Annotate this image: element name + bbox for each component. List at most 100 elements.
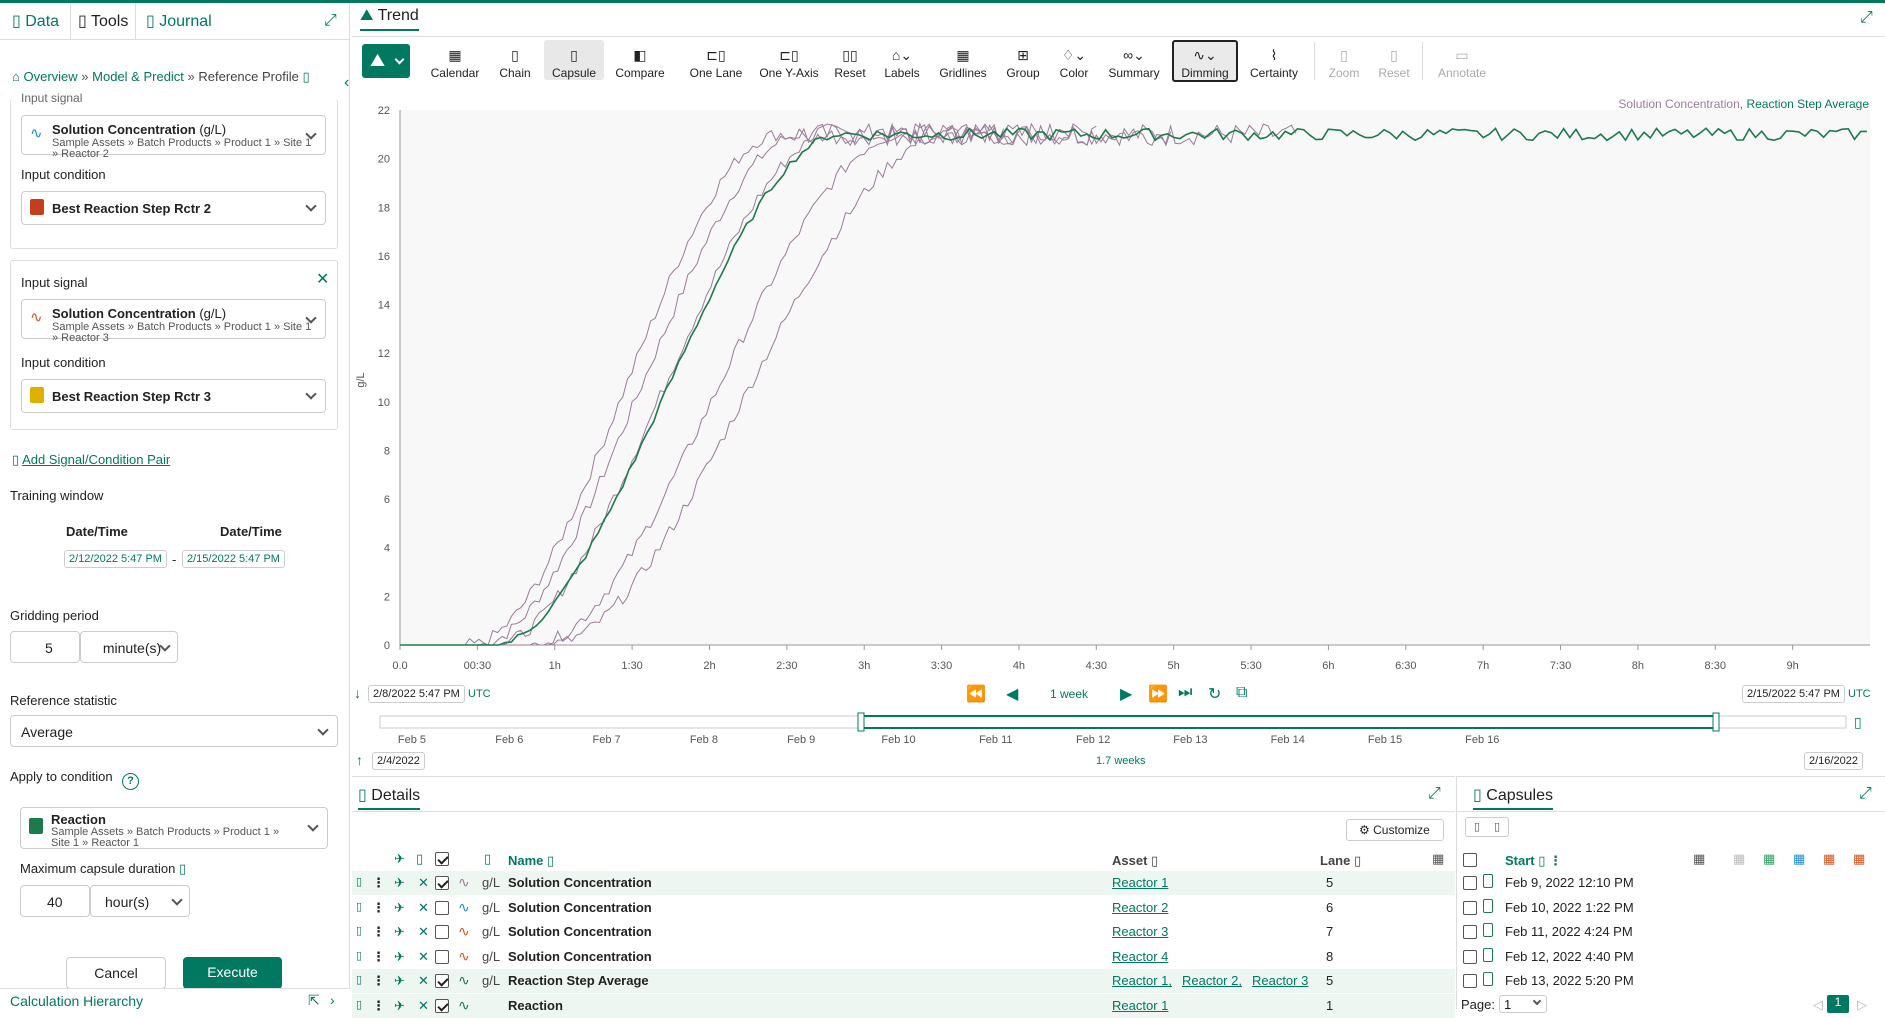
- max-duration-unit-select[interactable]: hour(s): [90, 885, 190, 917]
- arrow-down-icon[interactable]: ↓: [354, 685, 361, 701]
- gridding-value-input[interactable]: 5: [10, 631, 80, 663]
- training-start-input[interactable]: 2/12/2022 5:47 PM: [64, 550, 167, 568]
- display-start-input[interactable]: 2/8/2022 5:47 PM: [368, 685, 465, 703]
- column-options-icon[interactable]: ▦: [1432, 851, 1444, 867]
- capsule-add-icon[interactable]: ▦: [1763, 851, 1775, 867]
- capsule-row[interactable]: Feb 12, 2022 4:40 PM: [1457, 945, 1885, 969]
- tab-tools[interactable]: ▯ Tools: [78, 11, 128, 31]
- table-row[interactable]: ▯ ⋮ ✈ ✕ ∿ g/L Solution Concentration Rea…: [352, 920, 1455, 945]
- capsule-checkbox[interactable]: [1463, 900, 1477, 915]
- step-back-icon[interactable]: ◀: [1006, 684, 1018, 704]
- capsule-checkbox[interactable]: [1463, 876, 1477, 890]
- table-row[interactable]: ▯ ⋮ ✈ ✕ ∿ Reaction Reactor 1 1: [352, 994, 1455, 1018]
- next-page-icon[interactable]: ▷: [1857, 997, 1867, 1013]
- close-icon[interactable]: ✕: [316, 269, 329, 289]
- zoom-button[interactable]: ▯ Zoom: [1322, 44, 1366, 80]
- row-checkbox[interactable]: [435, 900, 449, 915]
- navigator-handle-right[interactable]: [1712, 712, 1720, 732]
- calculation-hierarchy-bar[interactable]: Calculation Hierarchy ⇱ ›: [0, 988, 350, 1012]
- max-duration-value-input[interactable]: 40: [20, 885, 90, 917]
- info-icon[interactable]: ▯: [302, 69, 309, 84]
- apply-condition-select[interactable]: Reaction Sample Assets » Batch Products …: [20, 807, 328, 849]
- asset-link[interactable]: Reactor 1: [1112, 875, 1168, 890]
- more-options-icon[interactable]: ⋮: [372, 998, 385, 1014]
- asset-column-header[interactable]: Asset ▯: [1112, 853, 1158, 869]
- navigator-handle-left[interactable]: [857, 712, 865, 732]
- input-condition-select[interactable]: Best Reaction Step Rctr 3: [21, 379, 326, 413]
- capsule-row[interactable]: Feb 9, 2022 12:10 PM: [1457, 871, 1885, 895]
- rocket-icon[interactable]: ✈: [394, 875, 405, 891]
- add-pair-link[interactable]: ▯ Add Signal/Condition Pair: [12, 452, 170, 468]
- rocket-icon[interactable]: ✈: [394, 973, 405, 989]
- execute-button[interactable]: Execute: [183, 957, 282, 989]
- table-row[interactable]: ▯ ⋮ ✈ ✕ ∿ g/L Solution Concentration Rea…: [352, 871, 1455, 895]
- page-select[interactable]: 1: [1499, 995, 1547, 1013]
- lane-column-header[interactable]: Lane ▯: [1320, 853, 1361, 869]
- tab-journal[interactable]: ▯ Journal: [146, 11, 212, 31]
- rocket-icon[interactable]: ✈: [394, 949, 405, 965]
- compare-button[interactable]: ◧ Compare: [612, 44, 668, 80]
- period-selector[interactable]: 1 week: [1050, 687, 1088, 701]
- row-checkbox[interactable]: [435, 974, 449, 989]
- annotate-button[interactable]: ▭ Annotate: [1432, 44, 1492, 80]
- breadcrumb-overview[interactable]: Overview: [23, 69, 77, 84]
- table-row[interactable]: ▯ ⋮ ✈ ✕ ∿ g/L Reaction Step Average Reac…: [352, 969, 1455, 994]
- skip-forward-icon[interactable]: ⏩: [1148, 684, 1168, 704]
- zoom-reset-button[interactable]: ▯ Reset: [1374, 44, 1414, 80]
- input-signal-select[interactable]: ∿ Solution Concentration (g/L) Sample As…: [21, 115, 326, 160]
- capsule-checkbox[interactable]: [1463, 974, 1477, 989]
- capsule-delete-icon[interactable]: ▦: [1853, 851, 1865, 867]
- breadcrumb-model-predict[interactable]: Model & Predict: [92, 69, 184, 84]
- dimming-button[interactable]: ∿⌄ Dimming: [1172, 40, 1238, 82]
- input-condition-select[interactable]: Best Reaction Step Rctr 2: [21, 191, 326, 225]
- name-column-header[interactable]: Name ▯: [508, 853, 554, 869]
- input-signal-select[interactable]: ∿ Solution Concentration (g/L) Sample As…: [21, 299, 326, 344]
- table-row[interactable]: ▯ ⋮ ✈ ✕ ∿ g/L Solution Concentration Rea…: [352, 944, 1455, 969]
- gridding-unit-select[interactable]: minute(s): [80, 631, 178, 663]
- skip-back-icon[interactable]: ⏪: [966, 684, 986, 704]
- summary-button[interactable]: ∞⌄ Summary: [1104, 44, 1164, 80]
- arrow-up-icon[interactable]: ↑: [356, 752, 363, 768]
- one-y-axis-button[interactable]: ⊏▯ One Y-Axis: [756, 44, 822, 80]
- drag-handle-icon[interactable]: ▯: [356, 924, 362, 937]
- drag-handle-icon[interactable]: ▯: [356, 998, 362, 1011]
- asset-link[interactable]: Reactor 4: [1112, 949, 1168, 964]
- collapse-panel-icon[interactable]: ‹: [344, 74, 350, 92]
- capsules-select-all-checkbox[interactable]: [1463, 853, 1477, 867]
- display-end-input[interactable]: 2/15/2022 5:47 PM: [1742, 685, 1845, 703]
- close-icon[interactable]: ✕: [418, 875, 429, 891]
- drag-handle-icon[interactable]: ▯: [356, 949, 362, 962]
- select-all-checkbox[interactable]: [435, 852, 449, 866]
- chevron-right-icon[interactable]: ›: [330, 992, 335, 1008]
- auto-update-icon[interactable]: ⧉: [1236, 684, 1247, 702]
- asset-link[interactable]: Reactor 1,: [1112, 973, 1172, 988]
- more-options-icon[interactable]: ⋮: [372, 924, 385, 940]
- asset-link[interactable]: Reactor 2,: [1182, 973, 1242, 988]
- tab-data[interactable]: ▯ Data: [12, 11, 59, 31]
- capsule-row[interactable]: Feb 10, 2022 1:22 PM: [1457, 896, 1885, 920]
- asset-link[interactable]: Reactor 1: [1112, 998, 1168, 1013]
- calendar-button[interactable]: ▦ Calendar: [430, 44, 480, 80]
- capsule-toggle-group[interactable]: ▯ ▯: [1465, 817, 1509, 837]
- row-checkbox[interactable]: [435, 949, 449, 964]
- reference-statistic-select[interactable]: Average: [10, 715, 338, 747]
- close-icon[interactable]: ✕: [418, 998, 429, 1014]
- capsule-remove-icon[interactable]: ▦: [1823, 851, 1835, 867]
- tab-trend[interactable]: ⛰ Trend: [360, 7, 419, 31]
- navigator-end-input[interactable]: 2/16/2022: [1804, 752, 1863, 770]
- refresh-icon[interactable]: ↻: [1208, 684, 1221, 704]
- capsule-checkbox[interactable]: [1463, 925, 1477, 940]
- capsule-row[interactable]: Feb 11, 2022 4:24 PM: [1457, 920, 1885, 944]
- cancel-button[interactable]: Cancel: [66, 957, 166, 989]
- capsule-row[interactable]: Feb 13, 2022 5:20 PM: [1457, 969, 1885, 993]
- close-icon[interactable]: ✕: [418, 973, 429, 989]
- one-lane-button[interactable]: ⊏▯ One Lane: [686, 44, 746, 80]
- reset-button[interactable]: ▯▯ Reset: [830, 44, 870, 80]
- tab-details[interactable]: ▯ Details: [358, 785, 421, 810]
- rocket-icon[interactable]: ✈: [394, 924, 405, 940]
- tab-capsules[interactable]: ▯ Capsules: [1473, 785, 1553, 810]
- row-checkbox[interactable]: [435, 999, 449, 1013]
- more-options-icon[interactable]: ⋮: [372, 949, 385, 965]
- labels-button[interactable]: ⌂⌄ Labels: [878, 44, 926, 80]
- drag-handle-icon[interactable]: ▯: [356, 875, 362, 888]
